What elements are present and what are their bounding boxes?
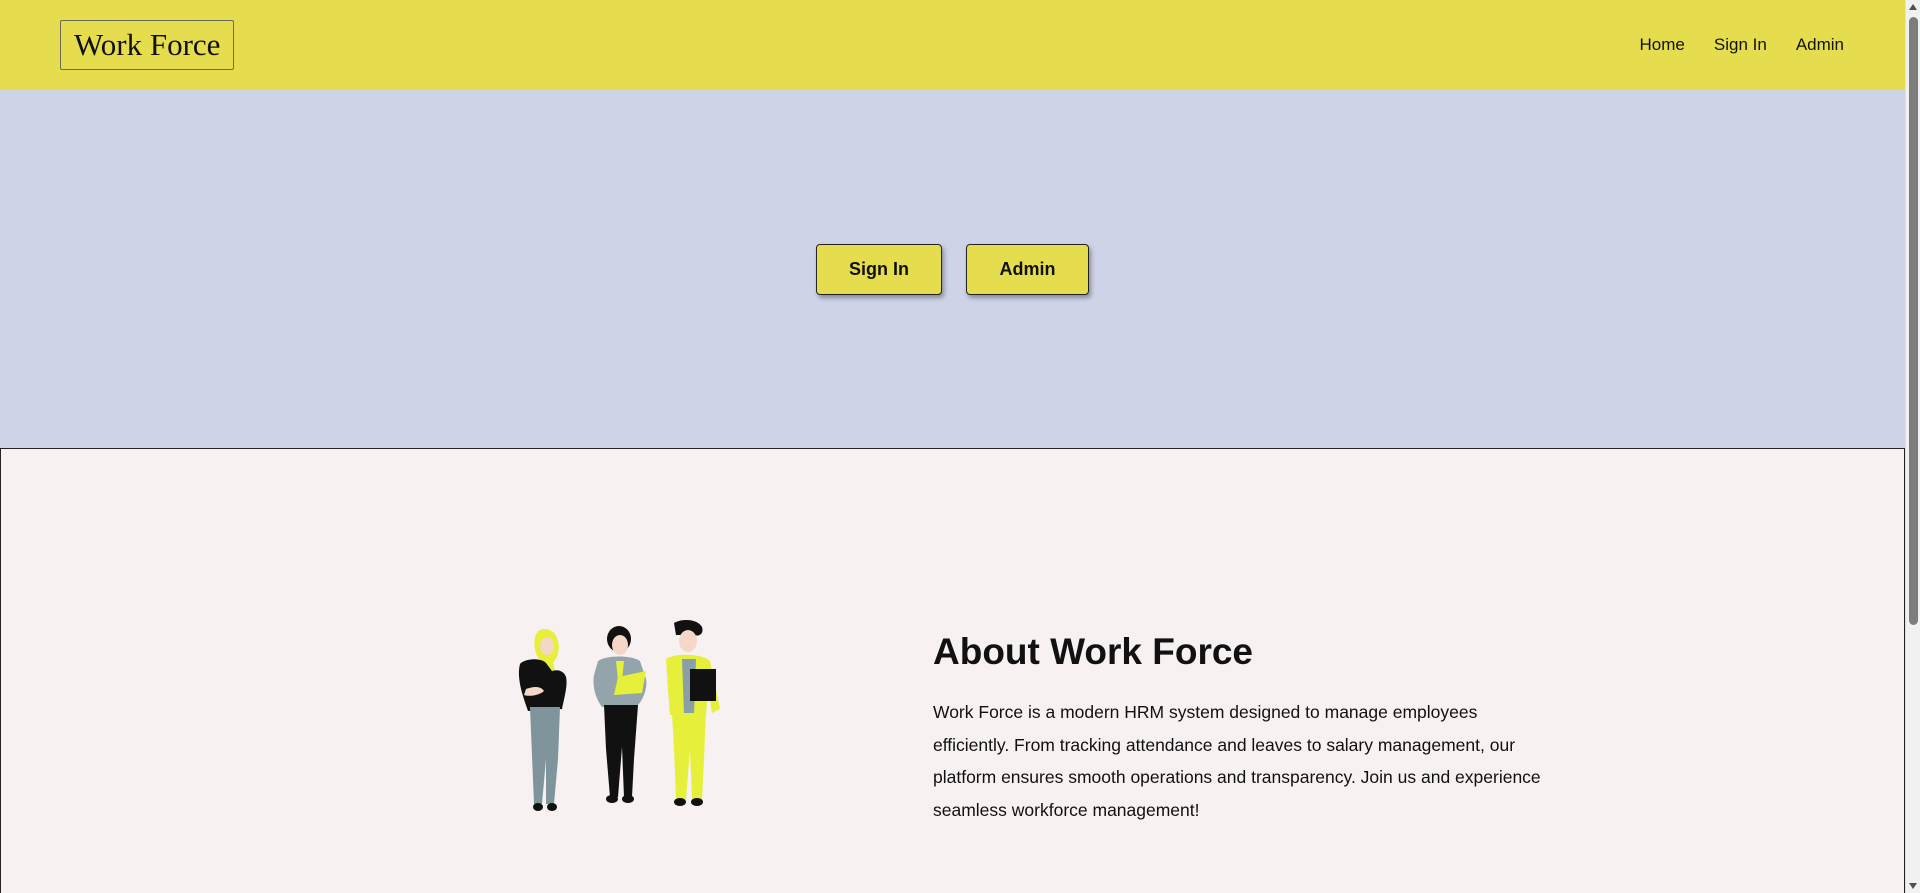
scroll-thumb[interactable] (1909, 17, 1918, 625)
nav-link-sign-in[interactable]: Sign In (1714, 34, 1767, 56)
nav-link-admin[interactable]: Admin (1796, 34, 1844, 56)
person-right-figure (666, 619, 720, 806)
person-middle-figure (593, 626, 647, 803)
team-illustration (518, 619, 720, 811)
navbar: Work Force Home Sign In Admin (0, 0, 1905, 90)
brand-logo[interactable]: Work Force (60, 20, 235, 70)
scroll-up-arrow-icon[interactable] (1909, 4, 1917, 10)
person-left-figure (518, 629, 567, 811)
about-title: About Work Force (933, 631, 1253, 672)
hero-section: Sign In Admin (0, 90, 1905, 448)
nav-links: Home Sign In Admin (1611, 34, 1844, 56)
about-section: About Work Force Work Force is a modern … (0, 448, 1905, 893)
viewport: Work Force Home Sign In Admin Sign In Ad… (0, 0, 1905, 893)
about-description: Work Force is a modern HRM system design… (933, 702, 1541, 820)
nav-link-home[interactable]: Home (1640, 34, 1685, 56)
scroll-down-arrow-icon[interactable] (1909, 883, 1917, 889)
vertical-scrollbar[interactable] (1905, 0, 1920, 893)
page: Work Force Home Sign In Admin Sign In Ad… (0, 0, 1920, 893)
sign-in-button[interactable]: Sign In (816, 244, 942, 295)
admin-button[interactable]: Admin (966, 244, 1089, 295)
